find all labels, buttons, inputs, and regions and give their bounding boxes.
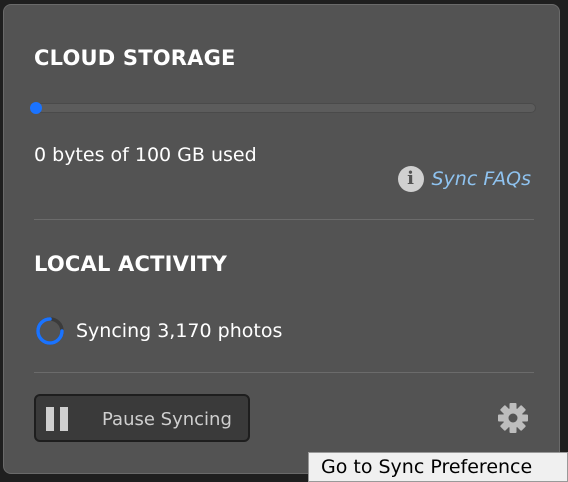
sync-faqs-link[interactable]: i Sync FAQs <box>397 166 532 192</box>
gear-icon[interactable] <box>496 401 530 435</box>
cloud-storage-heading: CLOUD STORAGE <box>34 46 236 70</box>
pause-syncing-button[interactable]: Pause Syncing <box>34 394 250 442</box>
pause-syncing-label: Pause Syncing <box>102 409 232 430</box>
spinner-icon <box>36 317 64 345</box>
footer-divider <box>34 372 534 373</box>
sync-status-text: Syncing 3,170 photos <box>76 320 283 342</box>
section-divider <box>34 219 534 220</box>
storage-progress-bar <box>30 102 536 114</box>
storage-progress-indicator <box>30 102 42 114</box>
settings-tooltip: Go to Sync Preference <box>308 452 568 482</box>
info-icon: i <box>397 166 424 192</box>
sync-activity-row: Syncing 3,170 photos <box>34 315 282 347</box>
sync-faqs-label[interactable]: Sync FAQs <box>432 168 532 190</box>
pause-icon <box>46 407 70 431</box>
local-activity-heading: LOCAL ACTIVITY <box>34 252 228 276</box>
storage-usage-text: 0 bytes of 100 GB used <box>34 144 257 166</box>
sync-status-panel: CLOUD STORAGE 0 bytes of 100 GB used i S… <box>3 4 560 474</box>
